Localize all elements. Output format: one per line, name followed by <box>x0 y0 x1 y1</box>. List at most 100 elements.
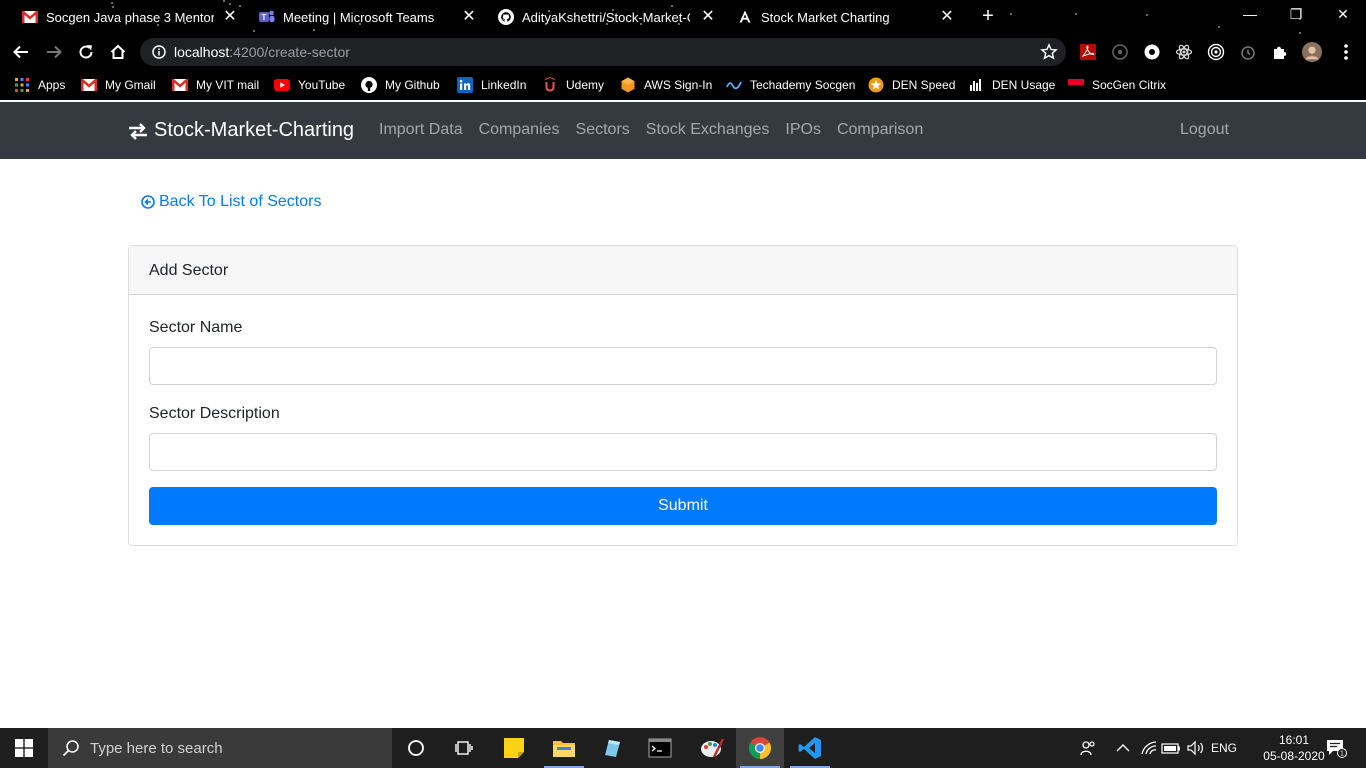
angular-icon <box>737 9 753 25</box>
close-tab-icon[interactable]: ✕ <box>939 9 955 25</box>
bookmark-socgen-citrix[interactable]: SocGen Citrix <box>1068 75 1166 95</box>
apps-grid-icon <box>14 77 30 93</box>
card-title: Add Sector <box>129 246 1237 295</box>
theme-star <box>1146 14 1148 16</box>
language-indicator[interactable]: ENG <box>1208 728 1240 768</box>
notification-center-icon[interactable]: 1 <box>1320 728 1352 768</box>
chrome-icon[interactable] <box>736 728 784 768</box>
close-window-icon[interactable]: ✕ <box>1333 6 1353 26</box>
windows-start-icon[interactable] <box>0 728 48 768</box>
den-icon <box>868 77 884 93</box>
bookmark-my-vit-mail[interactable]: My VIT mail <box>172 75 259 95</box>
close-tab-icon[interactable]: ✕ <box>700 9 716 25</box>
paint-icon[interactable] <box>688 728 736 768</box>
extension-icon[interactable] <box>1110 42 1130 62</box>
sector-description-input[interactable] <box>149 433 1217 471</box>
reload-icon[interactable] <box>75 41 97 63</box>
close-tab-icon[interactable]: ✕ <box>461 9 477 25</box>
restore-icon[interactable]: ❐ <box>1286 6 1306 26</box>
submit-button[interactable]: Submit <box>149 487 1217 525</box>
nav-link-companies[interactable]: Companies <box>479 121 560 139</box>
theme-star <box>253 30 255 32</box>
github-icon <box>361 77 377 93</box>
nav-link-ipos[interactable]: IPOs <box>785 121 821 139</box>
bookmark-udemy[interactable]: Udemy <box>542 75 604 95</box>
tab-title: Stock Market Charting <box>761 9 890 25</box>
bookmark-den-usage[interactable]: DEN Usage <box>968 75 1055 95</box>
bookmark-youtube[interactable]: YouTube <box>274 75 345 95</box>
terminal-icon[interactable] <box>636 728 684 768</box>
gmail-icon <box>22 9 38 25</box>
bookmark-my-gmail[interactable]: My Gmail <box>81 75 156 95</box>
home-icon[interactable] <box>107 41 129 63</box>
gmail-icon <box>81 77 97 93</box>
windows-taskbar: Type here to search ENG 16:01 05-08-2020… <box>0 728 1366 768</box>
sticky-notes-icon[interactable] <box>490 728 538 768</box>
sector-name-input[interactable] <box>149 347 1217 385</box>
browser-toolbar: localhost:4200/create-sector <box>0 34 1366 70</box>
browser-tab[interactable]: Socgen Java phase 3 Mentoring ✕ <box>22 0 238 34</box>
nav-link-stock-exchanges[interactable]: Stock Exchanges <box>646 121 770 139</box>
svg-text:T: T <box>262 13 267 22</box>
puzzle-extensions-icon[interactable] <box>1270 42 1290 62</box>
new-tab-icon[interactable]: + <box>978 6 998 26</box>
nav-link-comparison[interactable]: Comparison <box>837 121 923 139</box>
navbar-brand[interactable]: Stock-Market-Charting <box>128 119 354 142</box>
volume-icon[interactable] <box>1184 728 1206 768</box>
alarm-extension-icon[interactable] <box>1238 42 1258 62</box>
forward-arrow-icon[interactable] <box>43 41 65 63</box>
tab-title: Meeting | Microsoft Teams <box>283 9 435 25</box>
battery-icon[interactable] <box>1160 728 1182 768</box>
github-icon <box>498 9 514 25</box>
app-icon[interactable] <box>588 728 636 768</box>
target-extension-icon[interactable] <box>1206 42 1226 62</box>
bookmark-apps[interactable]: Apps <box>14 75 65 95</box>
show-hidden-icons-chevron-icon[interactable] <box>1112 728 1134 768</box>
bookmark-linkedin[interactable]: LinkedIn <box>457 75 526 95</box>
menu-dots-icon[interactable] <box>1336 42 1356 62</box>
browser-tab[interactable]: AdityaKshettri/Stock-Market-Cha ✕ <box>498 0 716 34</box>
bookmark-star-icon[interactable] <box>1040 43 1058 66</box>
avatar[interactable] <box>1302 42 1322 62</box>
file-explorer-icon[interactable] <box>540 728 588 768</box>
search-placeholder: Type here to search <box>90 739 223 757</box>
vscode-icon[interactable] <box>786 728 834 768</box>
theme-star <box>239 5 241 7</box>
bookmark-my-github[interactable]: My Github <box>361 75 440 95</box>
back-to-sectors-link[interactable]: Back To List of Sectors <box>141 193 321 211</box>
wifi-icon[interactable] <box>1138 728 1160 768</box>
taskbar-search-box[interactable]: Type here to search <box>48 728 392 768</box>
close-tab-icon[interactable]: ✕ <box>222 9 238 25</box>
extension-icon[interactable] <box>1142 42 1162 62</box>
cortana-icon[interactable] <box>392 728 440 768</box>
browser-tab-active[interactable]: Stock Market Charting ✕ <box>737 0 955 34</box>
browser-tab-strip: Socgen Java phase 3 Mentoring ✕ T Meetin… <box>0 0 1366 101</box>
exchange-arrows-icon <box>128 121 148 141</box>
react-devtools-icon[interactable] <box>1174 42 1194 62</box>
nav-link-sectors[interactable]: Sectors <box>576 121 630 139</box>
task-view-icon[interactable] <box>440 728 488 768</box>
clock-time: 16:01 <box>1278 733 1310 747</box>
people-icon[interactable] <box>1076 728 1100 768</box>
den-icon <box>968 77 984 93</box>
back-arrow-icon[interactable] <box>10 41 32 63</box>
bookmark-den-speed[interactable]: DEN Speed <box>868 75 955 95</box>
app-navbar: Stock-Market-Charting Import Data Compan… <box>0 102 1366 159</box>
udemy-icon <box>542 77 558 93</box>
address-bar[interactable]: localhost:4200/create-sector <box>140 38 1066 66</box>
bookmark-aws-sign-in[interactable]: AWS Sign-In <box>620 75 712 95</box>
youtube-icon <box>274 77 290 93</box>
logout-link[interactable]: Logout <box>1180 121 1229 139</box>
bookmark-techademy-socgen[interactable]: Techademy Socgen <box>726 75 855 95</box>
nav-link-import-data[interactable]: Import Data <box>379 121 463 139</box>
tab-title: Socgen Java phase 3 Mentoring <box>46 9 214 25</box>
site-info-icon[interactable] <box>152 45 166 59</box>
sector-description-label: Sector Description <box>149 405 280 422</box>
clock-date: 05-08-2020 <box>1263 749 1325 763</box>
taskbar-clock[interactable]: 16:01 05-08-2020 <box>1262 732 1326 764</box>
aws-icon <box>620 77 636 93</box>
minimize-icon[interactable]: — <box>1240 6 1260 26</box>
pdf-extension-icon[interactable] <box>1078 42 1098 62</box>
browser-tab[interactable]: T Meeting | Microsoft Teams ✕ <box>259 0 477 34</box>
sector-name-label: Sector Name <box>149 319 243 336</box>
